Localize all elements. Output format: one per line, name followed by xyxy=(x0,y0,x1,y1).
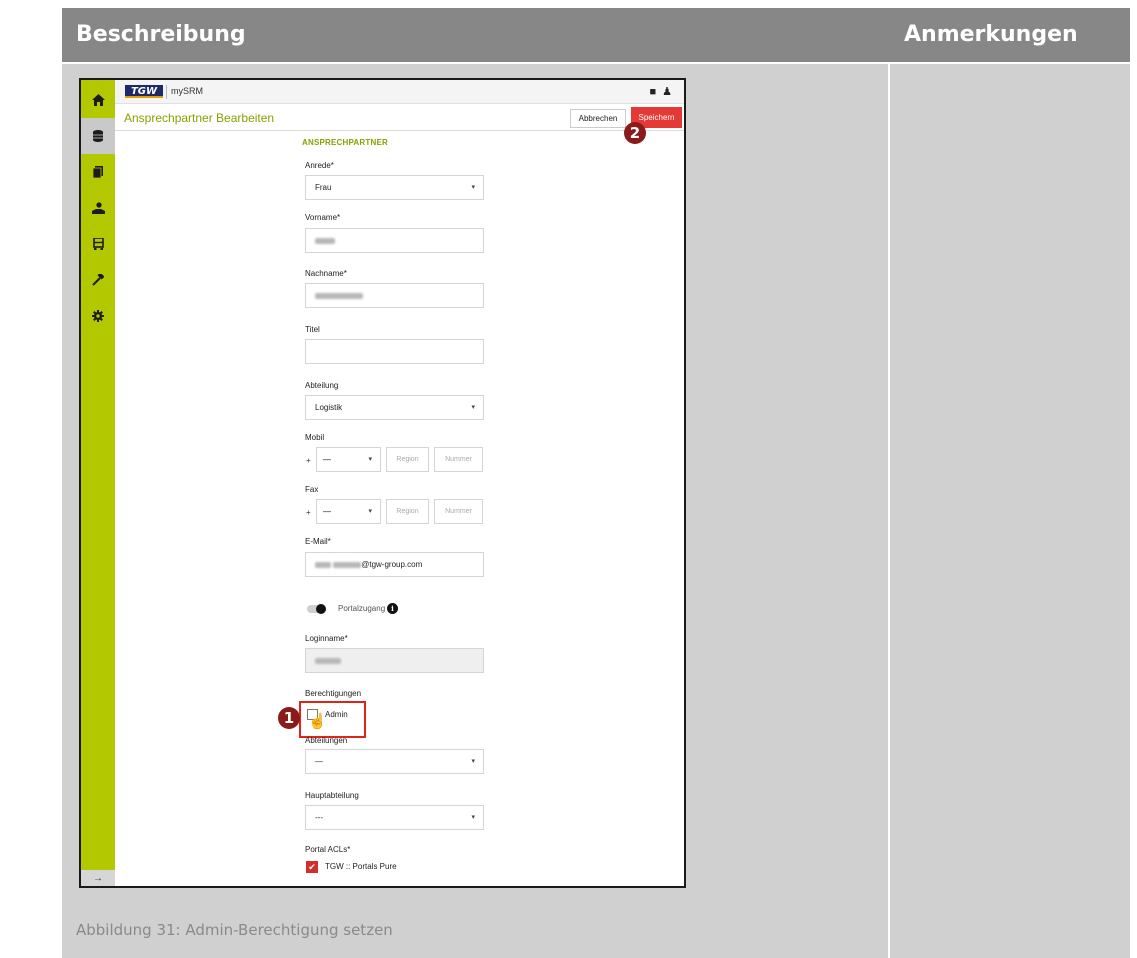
topbar-icons: ■♟ xyxy=(649,85,678,98)
fax-region-input[interactable]: Region xyxy=(386,499,429,524)
fax-country-value: — xyxy=(323,507,331,516)
hauptabteilung-label: Hauptabteilung xyxy=(305,791,359,800)
blurred-text xyxy=(315,292,363,299)
header-beschreibung: Beschreibung xyxy=(76,22,246,47)
mobil-region-input[interactable]: Region xyxy=(386,447,429,472)
mobil-plus: + xyxy=(306,456,311,465)
notes-icon[interactable]: ■ xyxy=(649,86,662,98)
gear-icon[interactable] xyxy=(81,298,115,334)
email-label: E-Mail* xyxy=(305,537,331,546)
mobil-label: Mobil xyxy=(305,433,325,442)
mobil-country-value: — xyxy=(323,455,331,464)
titel-label: Titel xyxy=(305,325,320,334)
blurred-text xyxy=(315,657,341,664)
logo-separator xyxy=(166,85,167,99)
hammer-icon[interactable] xyxy=(81,262,115,298)
notes-cell xyxy=(890,64,1130,958)
chevron-down-icon: ▾ xyxy=(471,404,475,411)
table-header: Beschreibung Anmerkungen xyxy=(62,8,1130,62)
page-title: Ansprechpartner Bearbeiten xyxy=(124,111,275,125)
mobil-number-input[interactable]: Nummer xyxy=(434,447,483,472)
acl-checkbox[interactable]: ✔ xyxy=(306,861,318,873)
database-icon[interactable] xyxy=(81,118,115,154)
page-titlebar: Ansprechpartner Bearbeiten Abbrechen Spe… xyxy=(115,105,684,131)
sidebar: → xyxy=(81,80,115,886)
documents-icon[interactable] xyxy=(81,154,115,190)
figure-caption: Abbildung 31: Admin-Berechtigung setzen xyxy=(76,921,393,939)
chevron-down-icon: ▾ xyxy=(368,508,372,515)
blurred-text xyxy=(315,561,331,568)
anrede-select[interactable]: Frau ▾ xyxy=(305,175,484,200)
app-topbar: TGW mySRM ■♟ xyxy=(115,80,684,104)
chevron-down-icon: ▾ xyxy=(471,814,475,821)
app-name: mySRM xyxy=(171,86,203,96)
berechtigungen-label: Berechtigungen xyxy=(305,689,362,698)
chevron-down-icon: ▾ xyxy=(368,456,372,463)
truck-icon[interactable] xyxy=(81,226,115,262)
mobil-country-select[interactable]: — ▾ xyxy=(316,447,381,472)
home-icon[interactable] xyxy=(81,82,115,118)
abteilung-label: Abteilung xyxy=(305,381,339,390)
hauptabteilung-value: --- xyxy=(315,813,323,822)
chevron-down-icon: ▾ xyxy=(471,758,475,765)
titel-field[interactable] xyxy=(305,339,484,364)
vorname-field[interactable] xyxy=(305,228,484,253)
fax-label: Fax xyxy=(305,485,319,494)
loginname-label: Loginname* xyxy=(305,634,348,643)
fax-country-select[interactable]: — ▾ xyxy=(316,499,381,524)
fax-plus: + xyxy=(306,508,311,517)
highlight-box xyxy=(299,701,366,738)
hauptabteilung-select[interactable]: --- ▾ xyxy=(305,805,484,830)
portalzugang-label: Portalzugang xyxy=(338,604,386,613)
step-marker-1: 1 xyxy=(278,707,300,729)
app-screenshot: → TGW mySRM ■♟ Ansprechpartner Bearbeite… xyxy=(79,78,686,888)
user-icon[interactable]: ♟ xyxy=(662,86,678,98)
email-field[interactable]: @tgw-group.com xyxy=(305,552,484,577)
nachname-field[interactable] xyxy=(305,283,484,308)
nachname-label: Nachname* xyxy=(305,269,347,278)
user-hand-icon[interactable] xyxy=(81,190,115,226)
acl-item-label: TGW :: Portals Pure xyxy=(325,862,397,871)
abteilung-select[interactable]: Logistik ▾ xyxy=(305,395,484,420)
loginname-field xyxy=(305,648,484,673)
toggle-knob xyxy=(316,604,326,614)
abteilungen-value: — xyxy=(315,757,323,766)
fax-number-input[interactable]: Nummer xyxy=(434,499,483,524)
info-icon[interactable]: i xyxy=(387,603,398,614)
anrede-value: Frau xyxy=(315,183,332,192)
step-marker-2: 2 xyxy=(624,122,646,144)
tgw-logo[interactable]: TGW xyxy=(125,85,163,98)
portalzugang-toggle[interactable] xyxy=(307,604,326,614)
portal-acls-label: Portal ACLs* xyxy=(305,845,351,854)
blurred-text xyxy=(333,561,362,568)
section-title: ANSPRECHPARTNER xyxy=(302,138,388,147)
header-anmerkungen: Anmerkungen xyxy=(904,22,1078,47)
abteilungen-select[interactable]: — ▾ xyxy=(305,749,484,774)
chevron-down-icon: ▾ xyxy=(471,184,475,191)
email-domain: @tgw-group.com xyxy=(361,560,423,569)
blurred-text xyxy=(315,237,335,244)
abteilungen-label: Abteilungen xyxy=(305,736,348,745)
abteilung-value: Logistik xyxy=(315,403,343,412)
expand-sidebar-button[interactable]: → xyxy=(81,870,115,886)
cancel-button[interactable]: Abbrechen xyxy=(570,109,626,128)
vorname-label: Vorname* xyxy=(305,213,341,222)
anrede-label: Anrede* xyxy=(305,161,334,170)
